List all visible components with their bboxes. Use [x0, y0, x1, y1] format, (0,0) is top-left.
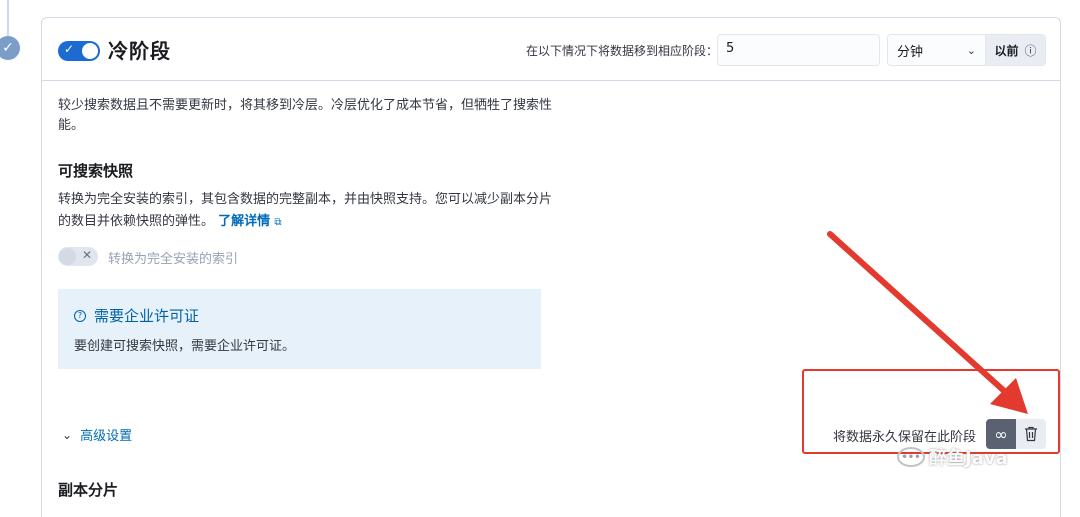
- check-icon: ✓: [64, 42, 75, 56]
- chevron-down-icon: ⌄: [966, 43, 976, 57]
- panel-header: ✓ 冷阶段 在以下情况下将数据移到相应阶段： 5 分钟 ⌄ 以前 ⓘ: [42, 18, 1060, 81]
- timeline-line: [7, 0, 9, 36]
- learn-more-link[interactable]: 了解详情: [218, 214, 270, 229]
- watermark-text: 醉鱼Java: [929, 448, 1008, 469]
- external-link-icon: ⧉: [274, 217, 282, 228]
- phase-title: 冷阶段: [108, 39, 171, 63]
- age-unit-value: 分钟: [897, 44, 924, 60]
- annotation-arrow: [827, 231, 1028, 414]
- callout-title-text: 需要企业许可证: [94, 307, 200, 325]
- callout-body: 要创建可搜索快照，需要企业许可证。: [74, 339, 296, 354]
- age-unit-suffix: 以前 ⓘ: [985, 35, 1045, 65]
- phase-enable-toggle[interactable]: ✓: [58, 41, 100, 61]
- replica-section-title: 副本分片: [58, 481, 119, 499]
- snapshot-description: 转换为完全安装的索引，其包含数据的完整副本，并由快照支持。您可以减少副本分片的数…: [58, 189, 558, 234]
- snapshot-description-text: 转换为完全安装的索引，其包含数据的完整副本，并由快照支持。您可以减少副本分片的数…: [58, 192, 553, 229]
- info-icon[interactable]: ⓘ: [1025, 42, 1037, 59]
- license-callout: ? 需要企业许可证 要创建可搜索快照，需要企业许可证。: [58, 289, 541, 369]
- age-value-input[interactable]: 5: [717, 34, 880, 66]
- snapshot-section-title: 可搜索快照: [58, 162, 134, 180]
- cross-icon: ✕: [81, 248, 92, 262]
- age-unit-group: 分钟 ⌄ 以前 ⓘ: [887, 34, 1046, 66]
- watermark: ••• 醉鱼Java: [897, 444, 1008, 470]
- fully-mounted-toggle[interactable]: ✕: [58, 247, 98, 266]
- age-unit-select[interactable]: 分钟 ⌄: [888, 35, 985, 65]
- age-suffix-label: 以前: [994, 43, 1019, 58]
- question-circle-icon: ?: [74, 309, 86, 322]
- toggle-knob: [81, 42, 99, 60]
- wechat-icon: •••: [897, 447, 925, 467]
- toggle-knob: [59, 248, 76, 265]
- advanced-settings-toggle[interactable]: ⌄ 高级设置: [62, 425, 133, 445]
- chevron-down-icon: ⌄: [62, 427, 73, 442]
- fully-mounted-toggle-label: 转换为完全安装的索引: [108, 252, 239, 267]
- advanced-settings-label: 高级设置: [80, 429, 133, 444]
- phase-description: 较少搜索数据且不需要更新时，将其移到冷层。冷层优化了成本节省，但牺牲了搜索性能。: [58, 98, 553, 133]
- phase-complete-check-icon: ✓: [0, 36, 20, 60]
- move-data-label: 在以下情况下将数据移到相应阶段：: [526, 44, 719, 58]
- callout-title: ? 需要企业许可证: [74, 305, 199, 326]
